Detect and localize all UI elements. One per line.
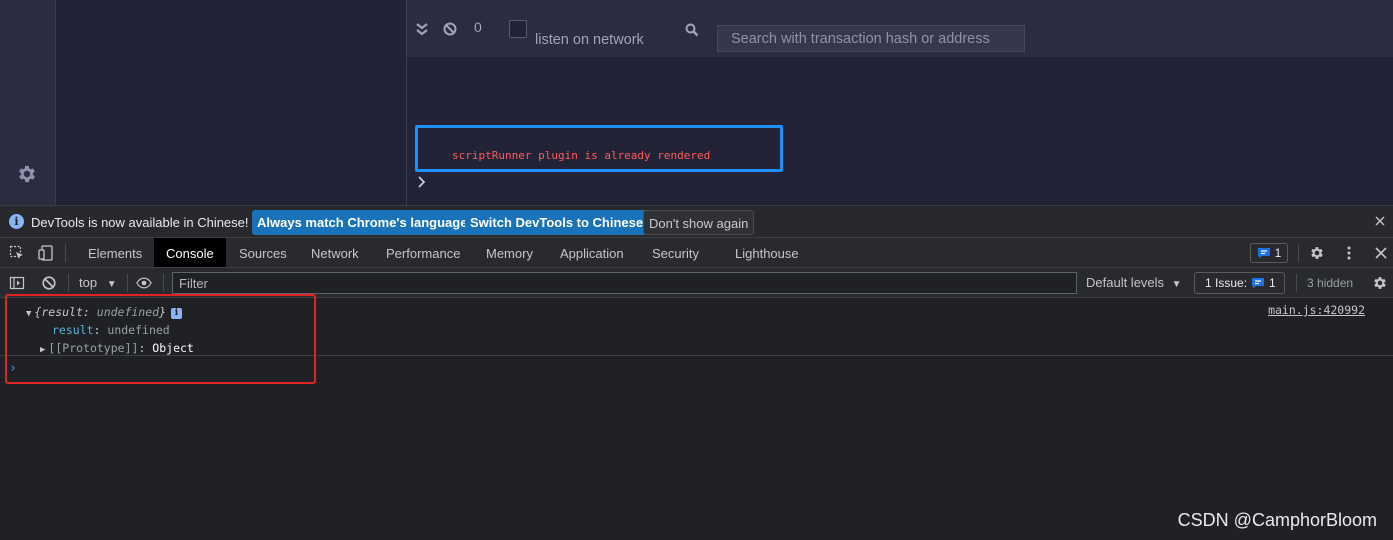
more-options-icon[interactable] <box>1341 245 1357 261</box>
switch-to-chinese-button[interactable]: Switch DevTools to Chinese <box>465 210 649 235</box>
devtools-tab-bar: Elements Console Sources Network Perform… <box>0 238 1393 268</box>
pending-tx-count: 0 <box>474 18 482 35</box>
dropdown-caret-icon: ▼ <box>106 279 117 290</box>
issues-counter-button[interactable]: 1 <box>1250 243 1288 263</box>
language-infobar: i DevTools is now available in Chinese! … <box>0 205 1393 238</box>
divider <box>65 244 66 262</box>
issues-button[interactable]: 1 Issue: 1 <box>1194 272 1285 294</box>
terminal-output: scriptRunner plugin is already rendered <box>407 57 1393 205</box>
divider <box>163 274 164 292</box>
source-link[interactable]: main.js:420992 <box>1268 303 1365 317</box>
transaction-search-input[interactable] <box>717 25 1025 52</box>
side-panel <box>56 0 407 205</box>
settings-gear-icon[interactable] <box>16 163 38 185</box>
hidden-messages-count: 3 hidden <box>1307 276 1354 290</box>
divider <box>1298 244 1299 262</box>
tab-security[interactable]: Security <box>640 238 711 267</box>
context-selector[interactable]: top ▼ <box>79 275 117 290</box>
log-levels-dropdown[interactable]: Default levels ▼ <box>1086 275 1182 290</box>
tab-elements[interactable]: Elements <box>76 238 154 267</box>
close-icon[interactable] <box>1375 216 1385 226</box>
tab-network[interactable]: Network <box>299 238 371 267</box>
divider <box>68 274 69 292</box>
icon-rail <box>0 0 56 205</box>
infobar-message: DevTools is now available in Chinese! <box>31 215 249 230</box>
clear-console-icon[interactable] <box>41 275 57 291</box>
match-chrome-language-button[interactable]: Always match Chrome's language <box>252 210 473 235</box>
device-toolbar-icon[interactable] <box>38 245 54 261</box>
settings-gear-icon[interactable] <box>1309 245 1325 261</box>
console-settings-gear-icon[interactable] <box>1372 275 1388 291</box>
tab-sources[interactable]: Sources <box>227 238 299 267</box>
listen-network-checkbox[interactable] <box>509 0 527 57</box>
levels-label: Default levels <box>1086 275 1165 290</box>
search-icon <box>685 1 699 58</box>
terminal-prompt-chevron-icon[interactable] <box>416 175 428 189</box>
message-icon <box>1252 278 1265 289</box>
live-expression-eye-icon[interactable] <box>136 275 152 291</box>
tab-application[interactable]: Application <box>548 238 636 267</box>
issue-label: 1 Issue: <box>1205 276 1248 290</box>
terminal-error-message: scriptRunner plugin is already rendered <box>452 149 711 162</box>
checkbox-box[interactable] <box>509 19 527 38</box>
message-icon <box>1257 248 1270 259</box>
tab-console[interactable]: Console <box>154 238 226 267</box>
ban-icon <box>443 22 457 35</box>
dont-show-again-button[interactable]: Don't show again <box>643 210 755 235</box>
tab-performance[interactable]: Performance <box>374 238 472 267</box>
watermark: CSDN @CamphorBloom <box>1177 510 1377 530</box>
issues-count: 1 <box>1274 246 1282 260</box>
divider <box>127 274 128 292</box>
clear-terminal-button[interactable] <box>443 0 457 57</box>
annotation-highlight-box <box>5 294 316 384</box>
highlighted-terminal-message: scriptRunner plugin is already rendered <box>415 125 783 172</box>
context-label: top <box>79 275 98 290</box>
close-devtools-icon[interactable] <box>1373 245 1389 261</box>
double-chevron-down-icon <box>416 22 428 35</box>
terminal-toolbar: 0 listen on network <box>407 0 1393 57</box>
collapse-terminal-button[interactable] <box>416 0 428 57</box>
info-icon: i <box>9 214 24 229</box>
inspect-element-icon[interactable] <box>9 245 25 261</box>
dropdown-caret-icon: ▼ <box>1171 279 1182 290</box>
issue-count: 1 <box>1269 276 1276 290</box>
remix-app: 0 listen on network scriptRunner plugin … <box>0 0 1393 205</box>
show-sidebar-icon[interactable] <box>9 275 25 291</box>
tab-lighthouse[interactable]: Lighthouse <box>723 238 811 267</box>
console-filter-input[interactable] <box>172 272 1077 294</box>
tab-memory[interactable]: Memory <box>474 238 545 267</box>
divider <box>1296 274 1297 292</box>
